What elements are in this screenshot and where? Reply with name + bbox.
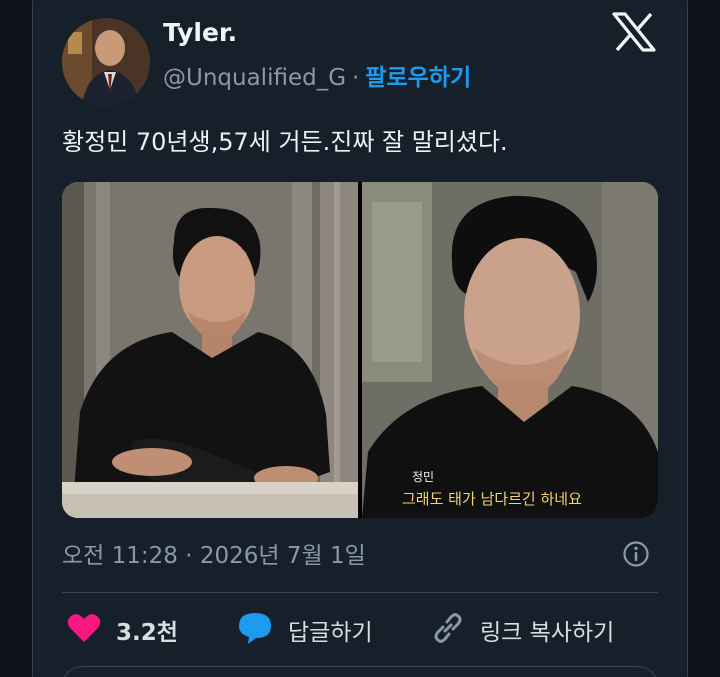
reply-button[interactable]: 답글하기 [236,612,373,648]
video-subtitle-text: 그래도 태가 남다르긴 하네요 [402,490,582,508]
follow-button[interactable]: 팔로우하기 [365,65,471,91]
like-count: 3.2천 [116,620,178,646]
separator-dot: · [352,65,360,91]
tweet-text: 황정민 70년생,57세 거든.진짜 잘 말리셨다. [62,128,508,156]
photo-left[interactable] [62,182,358,518]
reply-label: 답글하기 [288,620,373,646]
x-logo-icon[interactable] [612,12,656,52]
info-icon[interactable] [622,540,650,568]
read-replies-button[interactable] [62,666,658,677]
photo-right[interactable]: 정민 그래도 태가 남다르긴 하네요 [362,182,658,518]
author-handle[interactable]: @Unqualified_G [163,65,346,91]
reply-bubble-icon [236,611,274,649]
page-background: Tyler. @Unqualified_G · 팔로우하기 황정민 70년생,57세… [0,0,720,677]
copy-link-button[interactable]: 링크 복사하기 [430,612,614,648]
copy-link-label: 링크 복사하기 [480,620,615,646]
author-avatar[interactable] [62,18,150,106]
tweet-timestamp[interactable]: 오전 11:28 · 2026년 7월 1일 [62,536,366,570]
author-handle-line: @Unqualified_G · 팔로우하기 [163,58,471,92]
link-icon [430,610,466,650]
like-button[interactable]: 3.2천 [66,612,178,648]
divider [62,592,658,593]
tweet-media[interactable]: 정민 그래도 태가 남다르긴 하네요 [62,182,658,518]
author-name[interactable]: Tyler. [163,18,237,47]
heart-icon [66,612,102,648]
video-subtitle-speaker: 정민 [412,470,435,484]
